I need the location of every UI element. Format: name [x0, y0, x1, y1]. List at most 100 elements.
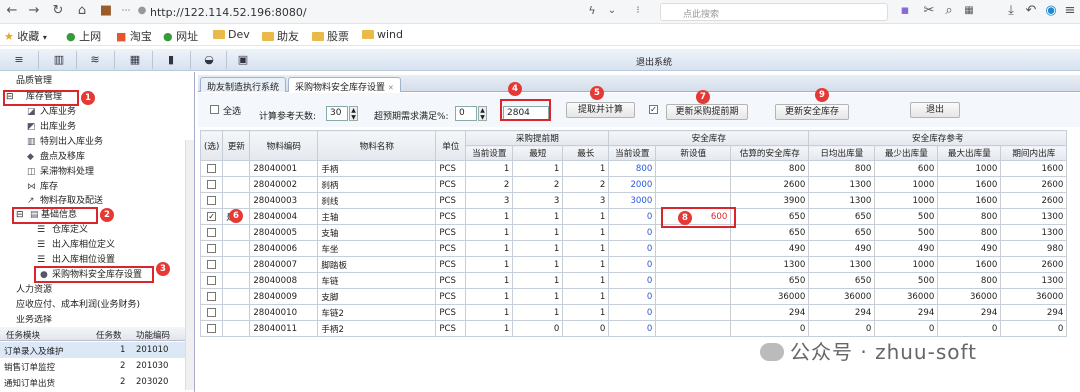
browser-logo-icon[interactable]: ◉ — [1043, 3, 1059, 19]
update-stock-button[interactable]: 更新安全库存 — [775, 104, 849, 120]
briefcase-icon[interactable]: ■ — [98, 3, 114, 19]
bookmark-taobao[interactable]: ■ 淘宝 — [116, 28, 152, 44]
close-icon[interactable]: ✕ — [388, 84, 394, 92]
extract-button[interactable]: 提取并计算 — [566, 102, 635, 118]
exceed-spinner[interactable]: ▲ ▼ — [478, 106, 487, 121]
cell-stock-new[interactable] — [655, 256, 732, 273]
sidebar-item-quality[interactable]: 品质管理 — [16, 76, 52, 87]
download-icon[interactable]: ⤓ — [1003, 3, 1019, 19]
sidebar-item-warehouse[interactable]: 仓库定义 — [52, 225, 88, 236]
cell-select[interactable] — [199, 240, 224, 257]
row-checkbox[interactable] — [207, 323, 217, 333]
home-icon[interactable]: ⌂ — [74, 3, 90, 19]
row-checkbox[interactable] — [207, 179, 217, 189]
row-checkbox[interactable] — [207, 163, 217, 173]
cell-stock-new[interactable] — [655, 304, 732, 321]
apps-icon[interactable]: ⁝ — [630, 3, 646, 19]
cell-stock-new[interactable] — [655, 320, 732, 337]
table-row[interactable]: 28040001 手柄 PCS 1 1 1 800 800 800 600 1000 1600 — [199, 160, 1068, 177]
list-icon[interactable]: ≡ — [12, 54, 26, 66]
bookmark-icon[interactable]: ▮ — [164, 54, 178, 66]
calendar-icon[interactable]: ▦ — [128, 54, 142, 66]
search-input[interactable]: 点此搜索 — [660, 3, 888, 21]
bookmark-zhuyou[interactable]: 助友 — [262, 28, 299, 44]
exceed-input[interactable]: 0 — [455, 106, 477, 121]
sidebar-item-phase-def[interactable]: 出入库相位定义 — [52, 240, 115, 251]
days-input[interactable]: 30 — [326, 106, 348, 121]
table-row[interactable]: 28040006 车坐 PCS 1 1 1 0 490 490 490 490 980 — [199, 240, 1068, 257]
update-period-checkbox[interactable]: ✓ — [649, 105, 658, 114]
sidebar-item-outbound[interactable]: 出库业务 — [40, 122, 76, 133]
row-checkbox[interactable] — [207, 195, 217, 205]
table-row[interactable]: 28040002 刹柄 PCS 2 2 2 2000 2600 1300 1000 1600 2600 — [199, 176, 1068, 193]
logout-link[interactable]: 退出系统 — [636, 55, 672, 68]
cell-stock-new[interactable] — [655, 272, 732, 289]
sidebar-item-delivery[interactable]: 物料存取及配送 — [40, 196, 103, 207]
sidebar-item-stocktake[interactable]: 盘点及移库 — [40, 152, 85, 163]
reload-icon[interactable]: ↻ — [50, 3, 66, 19]
phone-icon[interactable]: ▥ — [52, 54, 66, 66]
site-info-icon[interactable]: ● — [134, 3, 150, 19]
image-icon[interactable]: ▣ — [236, 54, 250, 66]
magnifier-icon[interactable]: ⌕ — [941, 3, 957, 19]
back-icon[interactable]: ← — [4, 3, 20, 19]
sidebar-item-special[interactable]: 特别出入库业务 — [40, 137, 103, 148]
row-checkbox[interactable] — [207, 259, 217, 269]
bookmark-gupiao[interactable]: 股票 — [312, 28, 349, 44]
table-row[interactable]: 28040011 手柄2 PCS 1 0 0 0 0 0 0 0 0 — [199, 320, 1068, 337]
row-checkbox[interactable] — [207, 307, 217, 317]
row-checkbox[interactable] — [207, 275, 217, 285]
row-checkbox[interactable]: ✓ — [207, 211, 217, 221]
sidebar-item-phase-set[interactable]: 出入库相位设置 — [52, 255, 115, 266]
cell-stock-new[interactable] — [655, 288, 732, 305]
cell-select[interactable] — [199, 288, 224, 305]
bookmark-wind[interactable]: wind — [362, 28, 403, 41]
scissors-icon[interactable]: ✂ — [921, 3, 937, 19]
cell-select[interactable] — [199, 176, 224, 193]
cell-select[interactable]: ✓ — [199, 208, 224, 225]
cell-stock-new[interactable] — [655, 240, 732, 257]
cell-stock-new[interactable] — [655, 160, 732, 177]
cell-select[interactable] — [199, 320, 224, 337]
table-row[interactable]: 28040007 脚踏板 PCS 1 1 1 0 1300 1300 1000 1600 2600 — [199, 256, 1068, 273]
update-period-button[interactable]: 更新采购提前期 — [666, 104, 748, 120]
cell-select[interactable] — [199, 192, 224, 209]
cell-select[interactable] — [199, 304, 224, 321]
sidebar-item-idle[interactable]: 呆滞物料处理 — [40, 167, 94, 178]
undo-icon[interactable]: ↶ — [1023, 3, 1039, 19]
table-row[interactable]: 28040009 支脚 PCS 1 1 1 0 36000 36000 36000 36000 360… — [199, 288, 1068, 305]
tab-safety-stock[interactable]: 采购物料安全库存设置 ✕ — [288, 77, 401, 93]
sidebar-item-stock[interactable]: 库存 — [40, 182, 58, 193]
grid-icon[interactable]: ▦ — [961, 3, 977, 19]
sidebar-item-business[interactable]: 业务选择 — [16, 315, 52, 324]
cell-stock-new[interactable] — [655, 176, 732, 193]
tab-home[interactable]: 助友制造执行系统 — [200, 77, 287, 93]
sidebar-item-hr[interactable]: 人力资源 — [16, 285, 52, 296]
cell-select[interactable] — [199, 256, 224, 273]
more-icon[interactable]: ⋯ — [118, 3, 134, 19]
extension-icon[interactable]: ▪ — [897, 3, 913, 19]
forward-icon[interactable]: → — [26, 3, 42, 19]
menu-icon[interactable]: ≡ — [1062, 3, 1078, 19]
row-checkbox[interactable] — [207, 243, 217, 253]
table-row[interactable]: 28040005 支轴 PCS 1 1 1 0 650 650 500 800 1300 — [199, 224, 1068, 241]
cell-select[interactable] — [199, 272, 224, 289]
inbox-icon[interactable]: ◒ — [202, 54, 216, 66]
bookmark-dev[interactable]: Dev — [213, 28, 250, 41]
bookmark-favorites[interactable]: ★ 收藏 ▾ — [4, 28, 47, 44]
bookmark-wangzhi[interactable]: ● 网址 — [163, 28, 198, 44]
bookmark-shangwang[interactable]: ● 上网 — [66, 28, 101, 44]
table-row[interactable]: ✓是28040004主轴PCS11106006506505008001300 — [199, 208, 1068, 225]
rss-icon[interactable]: ≋ — [88, 54, 102, 66]
row-checkbox[interactable] — [207, 227, 217, 237]
cell-select[interactable] — [199, 160, 224, 177]
address-bar[interactable]: http://122.114.52.196:8080/ — [150, 6, 307, 19]
sidebar-item-inbound[interactable]: 入库业务 — [40, 107, 76, 118]
row-checkbox[interactable] — [207, 291, 217, 301]
lightning-icon[interactable]: ϟ — [584, 3, 600, 19]
select-all-checkbox[interactable] — [210, 105, 219, 114]
task-module[interactable]: 销售订单监控 — [4, 361, 55, 373]
sidebar-item-finance[interactable]: 应收应付、成本利润(业务财务) — [16, 300, 140, 311]
days-spinner[interactable]: ▲ ▼ — [349, 106, 358, 121]
table-row[interactable]: 28040010 车链2 PCS 1 1 1 0 294 294 294 294 294 — [199, 304, 1068, 321]
